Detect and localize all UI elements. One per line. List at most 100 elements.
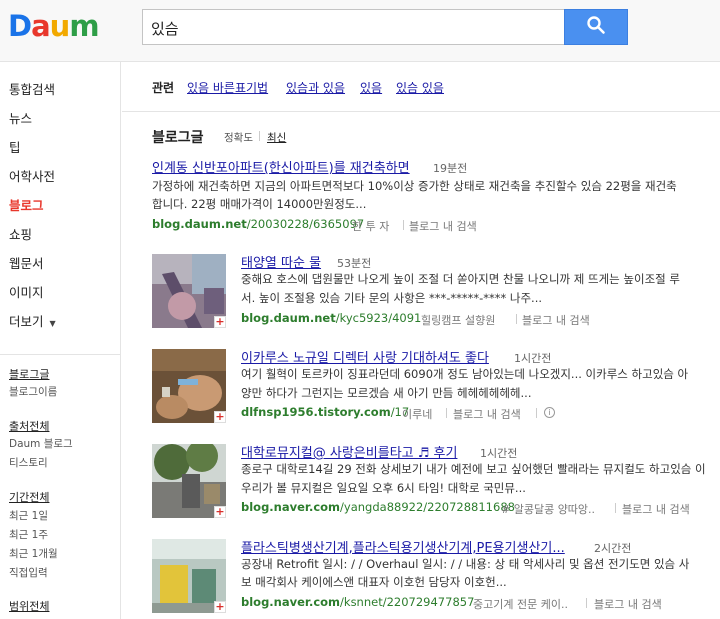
result-url[interactable]: blog.daum.net/20030228/6365097 (152, 217, 364, 231)
result-snippet: 양만 하다가 그런지는 모르겠슴 새 아기 만듬 헤헤헤헤헤헤... (241, 386, 532, 400)
filter-option[interactable]: Daum 블로그 (9, 436, 73, 451)
meta-divider (403, 220, 404, 230)
result-url[interactable]: blog.daum.net/kyc5923/4091 (241, 311, 421, 325)
result-url-domain: dlfnsp1956.tistory.com (241, 405, 391, 419)
result-snippet: 중해요 호스에 댑원물만 나오게 높이 조절 더 쏟아지면 찬물 나오니까 제 … (241, 272, 680, 286)
sidebar-item-image[interactable]: 이미지 (9, 282, 44, 301)
result-url-domain: blog.daum.net (241, 311, 336, 325)
result-title[interactable]: 대학로뮤지컬@ 사랑은비를타고 ♬ 후기 (241, 442, 457, 461)
result-time: 53분전 (337, 257, 372, 270)
result-title[interactable]: 태양열 따순 물 (241, 252, 321, 271)
result-author[interactable]: 중고기계 전문 케이.. (473, 596, 568, 612)
result-snippet: 서. 높이 조절용 있슴 기타 문의 사항은 ***-*****-**** 나주… (241, 291, 543, 305)
thumbnail-badge: + (214, 315, 226, 328)
caret-down-icon: ▼ (49, 319, 56, 328)
blog-search-link[interactable]: 블로그 내 검색 (453, 406, 521, 422)
search-icon (586, 15, 606, 39)
result-snippet: 합니다. 22평 매매가격이 14000만원정도... (152, 197, 367, 211)
result-url-domain: blog.naver.com (241, 595, 341, 609)
logo-letter: m (69, 9, 99, 43)
meta-divider (516, 314, 517, 324)
logo-letter: u (49, 9, 71, 43)
search-box (142, 9, 565, 45)
meta-divider (615, 503, 616, 513)
filter-type-title[interactable]: 블로그글 (9, 366, 49, 382)
result-url-path: /kyc5923/4091 (335, 311, 422, 325)
related-searches: 관련 있음 바른표기법 있슴과 있음 있음 있슴 있음 (122, 62, 720, 112)
result-snippet: 가정하에 재건축하면 지금의 아파트면적보다 10%이상 증가한 상태로 재건축… (152, 179, 677, 193)
result-title[interactable]: 플라스틱병생산기계,플라스틱용기생산기계,PE용기생산기... (241, 537, 565, 556)
blog-search-link[interactable]: 블로그 내 검색 (594, 596, 662, 612)
result-url[interactable]: blog.naver.com/yangda88922/220728811688 (241, 500, 515, 514)
header: Daum (0, 0, 720, 62)
result-title[interactable]: 이카루스 노규일 디렉터 사랑 기대하셔도 좋다 (241, 347, 489, 366)
result-thumbnail[interactable]: + (152, 444, 226, 518)
search-input[interactable] (151, 16, 551, 40)
logo-letter: a (31, 9, 51, 43)
blog-search-link[interactable]: 블로그 내 검색 (622, 501, 690, 517)
result-time: 2시간전 (594, 542, 632, 555)
filter-option[interactable]: 최근 1일 (9, 508, 48, 523)
result-title[interactable]: 인계동 신반포아파트(한신아파트)를 재건축하면 (152, 157, 410, 176)
result-snippet: 보 매각회사 케이에스앤 대표자 이호헌 담당자 이호헌... (241, 575, 507, 589)
result-url-domain: blog.naver.com (241, 500, 341, 514)
logo-letter: D (8, 9, 32, 43)
daum-logo[interactable]: Daum (8, 9, 100, 43)
result-time: 1시간전 (480, 447, 518, 460)
result-author[interactable]: # 알콩달콩 양따앙.. (501, 501, 595, 517)
result-url[interactable]: dlfnsp1956.tistory.com/17 (241, 405, 409, 419)
related-link[interactable]: 있음 (360, 79, 382, 96)
result-snippet: 종로구 대학로14길 29 전화 상세보기 내가 예전에 보고 싶어했던 빨래라… (241, 462, 706, 476)
filter-option[interactable]: 티스토리 (9, 455, 48, 470)
filter-source-title[interactable]: 출처전체 (9, 418, 49, 434)
sidebar-item-shopping[interactable]: 쇼핑 (9, 224, 32, 243)
result-author[interactable]: 이루네 (402, 406, 432, 422)
result-url-path: /ksnnet/220729477857 (340, 595, 475, 609)
related-label: 관련 (152, 81, 175, 95)
filter-option[interactable]: 블로그이름 (9, 384, 57, 399)
sidebar-item-tip[interactable]: 팁 (9, 137, 21, 156)
more-label: 더보기 (9, 314, 44, 329)
result-author[interactable]: 한 투 자 (352, 218, 389, 234)
blog-search-link[interactable]: 블로그 내 검색 (522, 312, 590, 328)
thumbnail-badge: + (214, 410, 226, 423)
filter-period-title[interactable]: 기간전체 (9, 489, 49, 505)
result-time: 19분전 (433, 162, 468, 175)
result-url-path: /20030228/6365097 (246, 217, 365, 231)
filter-option[interactable]: 최근 1주 (9, 527, 48, 542)
related-link[interactable]: 있슴과 있음 (286, 79, 345, 96)
meta-divider (446, 408, 447, 418)
blog-search-link[interactable]: 블로그 내 검색 (409, 218, 477, 234)
meta-divider (536, 408, 537, 418)
thumbnail-badge: + (214, 505, 226, 518)
sidebar-item-more[interactable]: 더보기 ▼ (9, 311, 56, 330)
sort-accuracy[interactable]: 정확도 (224, 130, 253, 145)
filter-range-title[interactable]: 범위전체 (9, 598, 49, 614)
result-time: 1시간전 (514, 352, 552, 365)
result-thumbnail[interactable]: + (152, 349, 226, 423)
sort-recent[interactable]: 최신 (267, 130, 286, 145)
info-icon[interactable]: i (544, 407, 555, 418)
sidebar-item-dictionary[interactable]: 어학사전 (9, 166, 55, 185)
result-thumbnail[interactable]: + (152, 539, 226, 613)
result-snippet: 우리가 볼 뮤지컬은 일요일 오후 6시 타임! 대학로 국민뮤... (241, 481, 526, 495)
sort-divider (259, 131, 260, 141)
filter-option[interactable]: 최근 1개월 (9, 546, 58, 561)
result-snippet: 여기 훨혁이 토르카이 징표라던데 6090개 정도 남아있는데 나오겠지...… (241, 367, 689, 381)
result-url-domain: blog.daum.net (152, 217, 247, 231)
result-thumbnail[interactable]: + (152, 254, 226, 328)
sidebar-item-all[interactable]: 통합검색 (9, 79, 55, 98)
section-title: 블로그글 (152, 130, 204, 146)
sidebar-item-blog[interactable]: 블로그 (9, 195, 44, 214)
related-link[interactable]: 있음 바른표기법 (187, 79, 268, 96)
sidebar-item-news[interactable]: 뉴스 (9, 108, 32, 127)
sidebar-divider (0, 354, 120, 355)
related-link[interactable]: 있슴 있음 (396, 79, 444, 96)
result-url[interactable]: blog.naver.com/ksnnet/220729477857 (241, 595, 474, 609)
sidebar-item-web[interactable]: 웹문서 (9, 253, 44, 272)
result-snippet: 공장내 Retrofit 일시: / / Overhaul 일시: / / 내용… (241, 557, 690, 571)
meta-divider (586, 598, 587, 608)
search-button[interactable] (564, 9, 628, 45)
result-author[interactable]: 힐링캠프 설향원 (421, 312, 495, 328)
filter-option[interactable]: 직접입력 (9, 565, 48, 580)
